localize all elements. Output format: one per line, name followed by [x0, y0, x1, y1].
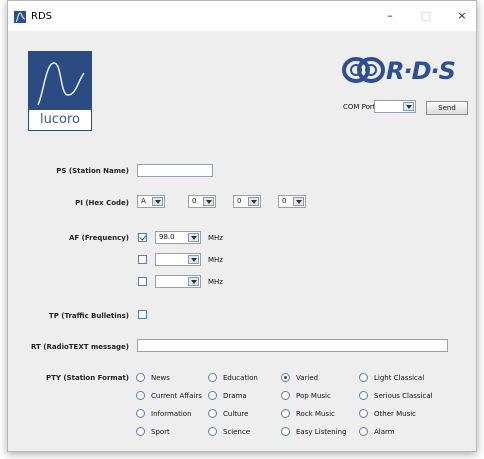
pi-label: PI (Hex Code): [75, 199, 129, 207]
ps-label: PS (Station Name): [56, 167, 129, 175]
af-label: AF (Frequency): [68, 234, 129, 242]
af-frequency-select-3[interactable]: [155, 275, 201, 288]
pty-radio-varied[interactable]: [281, 373, 290, 382]
pty-option-label: Education: [223, 374, 258, 382]
pi-digit-value: 0: [192, 197, 197, 205]
rt-input[interactable]: [137, 339, 448, 352]
af-frequency-select-2[interactable]: [155, 253, 201, 266]
pty-radio-sport[interactable]: [136, 427, 145, 436]
chevron-down-icon[interactable]: [293, 197, 304, 206]
pty-radio-easy-listening[interactable]: [281, 427, 290, 436]
pty-label: PTY (Station Format): [45, 374, 129, 382]
pi-digit-2[interactable]: 0: [188, 195, 216, 208]
pi-digit-value: 0: [237, 197, 242, 205]
pty-option-label: Other Music: [374, 410, 417, 418]
rds-wordmark: R·D·S: [386, 57, 456, 85]
af-unit: MHz: [208, 256, 223, 264]
chevron-down-icon[interactable]: [248, 197, 259, 206]
pty-option-label: Rock Music: [296, 410, 335, 418]
pty-radio-alarm[interactable]: [359, 427, 368, 436]
send-button[interactable]: Send: [426, 101, 468, 115]
chevron-down-icon[interactable]: [188, 255, 199, 264]
pi-digit-4[interactable]: 0: [278, 195, 306, 208]
af-checkbox-3[interactable]: [138, 277, 147, 286]
af-checkbox-1[interactable]: [138, 233, 147, 242]
chevron-down-icon[interactable]: [203, 197, 214, 206]
pty-option-label: Serious Classical: [374, 392, 433, 400]
pty-option-label: Varied: [296, 374, 319, 382]
af-checkbox-2[interactable]: [138, 255, 147, 264]
chevron-down-icon[interactable]: [188, 277, 199, 286]
pty-radio-serious-classical[interactable]: [359, 391, 368, 400]
window-title: RDS: [31, 11, 52, 22]
minimize-button[interactable]: –: [375, 7, 405, 25]
pty-option-label: Drama: [223, 392, 247, 400]
pty-option-label: News: [151, 374, 170, 382]
pi-digit-value: 0: [282, 197, 287, 205]
af-unit: MHz: [208, 234, 223, 242]
rt-label: RT (RadioTEXT message): [30, 343, 129, 351]
pi-digit-1[interactable]: A: [137, 195, 165, 208]
ps-input[interactable]: [137, 164, 213, 177]
pty-option-label: Alarm: [374, 428, 395, 436]
pty-option-label: Pop Music: [296, 392, 331, 400]
pty-radio-culture[interactable]: [208, 409, 217, 418]
pty-option-label: Sport: [151, 428, 170, 436]
pi-digit-value: A: [141, 197, 146, 205]
pty-radio-pop-music[interactable]: [281, 391, 290, 400]
rds-window: RDS – □ × lucoro R·D·S COM Port Send PS …: [7, 0, 477, 452]
close-button[interactable]: ×: [447, 7, 477, 25]
pty-radio-science[interactable]: [208, 427, 217, 436]
chevron-down-icon[interactable]: [152, 197, 163, 206]
chevron-down-icon[interactable]: [403, 102, 414, 111]
maximize-button[interactable]: □: [411, 7, 441, 25]
lucoro-logo: lucoro: [28, 51, 92, 131]
pty-radio-other-music[interactable]: [359, 409, 368, 418]
af-unit: MHz: [208, 278, 223, 286]
pty-option-label: Information: [151, 410, 192, 418]
tp-label: TP (Traffic Bulletins): [48, 312, 129, 320]
chevron-down-icon[interactable]: [188, 233, 199, 242]
pty-radio-news[interactable]: [136, 373, 145, 382]
com-port-select[interactable]: [374, 100, 416, 113]
pty-radio-rock-music[interactable]: [281, 409, 290, 418]
pty-radio-light-classical[interactable]: [359, 373, 368, 382]
com-port-label: COM Port: [343, 103, 376, 111]
lucoro-wordmark: lucoro: [28, 109, 92, 131]
af-frequency-select-1[interactable]: 98.0: [155, 231, 201, 244]
pty-option-label: Light Classical: [374, 374, 425, 382]
pty-option-label: Science: [223, 428, 251, 436]
pty-option-label: Easy Listening: [296, 428, 347, 436]
pty-radio-education[interactable]: [208, 373, 217, 382]
pty-radio-information[interactable]: [136, 409, 145, 418]
pty-option-label: Current Affairs: [151, 392, 202, 400]
pty-option-label: Culture: [223, 410, 249, 418]
pi-digit-3[interactable]: 0: [233, 195, 261, 208]
rds-logo: R·D·S: [342, 55, 464, 85]
af-frequency-value: 98.0: [159, 233, 175, 241]
tp-checkbox[interactable]: [138, 310, 147, 319]
title-bar[interactable]: RDS – □ ×: [8, 1, 476, 31]
app-icon: [14, 11, 26, 23]
pty-radio-current-affairs[interactable]: [136, 391, 145, 400]
pty-radio-drama[interactable]: [208, 391, 217, 400]
